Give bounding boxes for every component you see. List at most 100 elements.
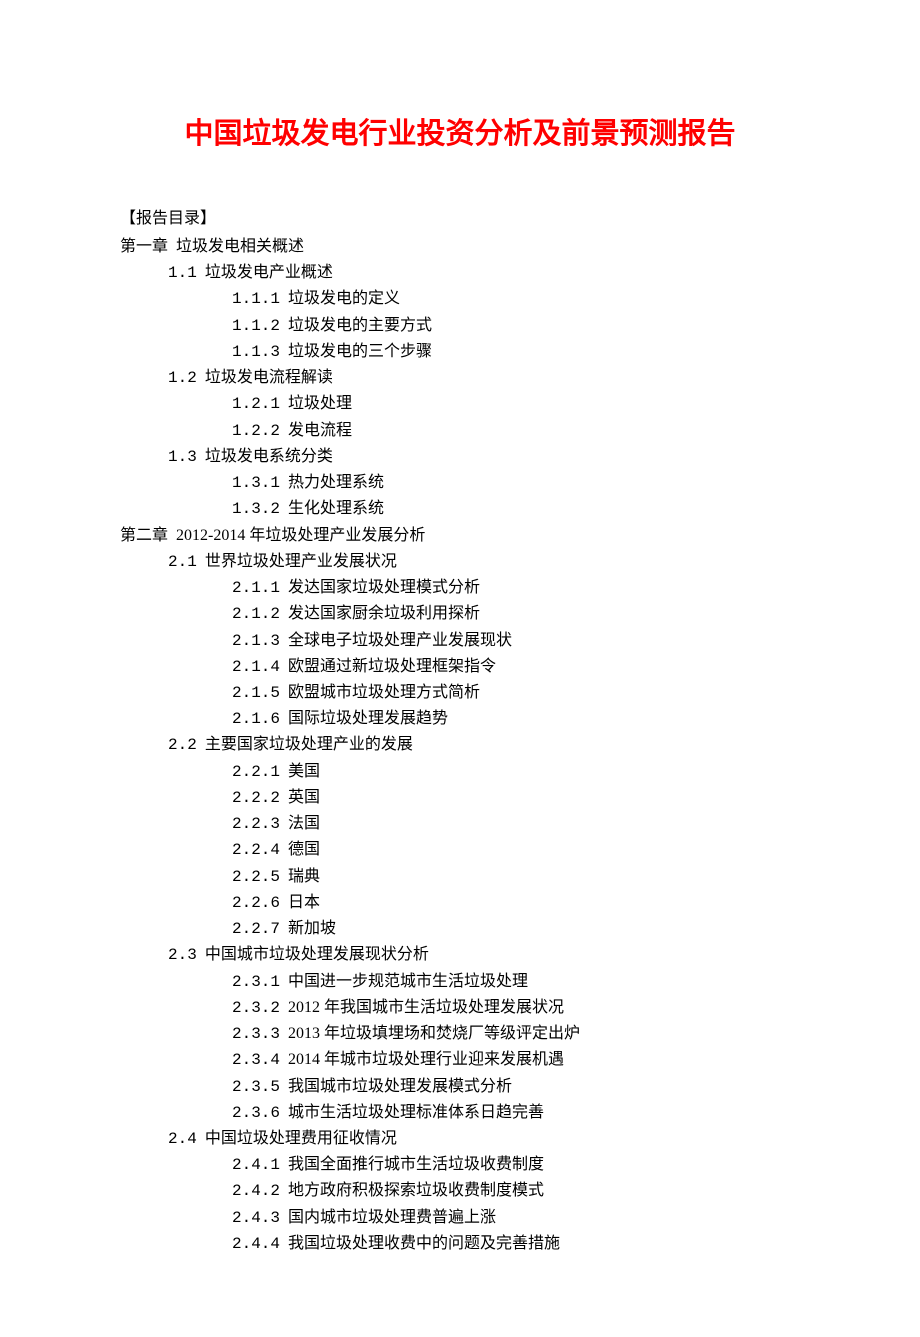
toc-entry-number: 2.2.6 (232, 894, 280, 912)
toc-entry-text: 2012-2014 年垃圾处理产业发展分析 (176, 527, 425, 544)
toc-entry-text: 热力处理系统 (288, 474, 384, 491)
toc-entry: 2.2 主要国家垃圾处理产业的发展 (168, 732, 800, 758)
toc-entry: 1.3.2 生化处理系统 (232, 496, 800, 522)
toc-entry-number: 1.2.1 (232, 395, 280, 413)
toc-entry-text: 日本 (288, 894, 320, 911)
toc-entry-text: 瑞典 (288, 868, 320, 885)
toc-entry-number: 1.2.2 (232, 422, 280, 440)
toc-entry-number: 2.3.5 (232, 1078, 280, 1096)
toc-entry-number: 1.3.1 (232, 474, 280, 492)
toc-entry: 1.2 垃圾发电流程解读 (168, 365, 800, 391)
toc-entry-number: 1.1.3 (232, 343, 280, 361)
toc-entry-number: 1.1.1 (232, 290, 280, 308)
toc-entry-number: 2.3 (168, 946, 197, 964)
toc-entry-number: 2.4 (168, 1130, 197, 1148)
toc-entry-number: 2.2.4 (232, 841, 280, 859)
toc-entry-text: 欧盟城市垃圾处理方式简析 (288, 684, 480, 701)
toc-entry-text: 主要国家垃圾处理产业的发展 (205, 736, 413, 753)
toc-entry-number: 2.2.2 (232, 789, 280, 807)
toc-entry: 2.1.3 全球电子垃圾处理产业发展现状 (232, 628, 800, 654)
toc-entry-text: 垃圾发电流程解读 (205, 369, 333, 386)
toc-entry-number: 2.1.6 (232, 710, 280, 728)
toc-entry-text: 英国 (288, 789, 320, 806)
toc-entry: 第一章 垃圾发电相关概述 (120, 234, 800, 260)
toc-entry-text: 生化处理系统 (288, 500, 384, 517)
toc-entry-text: 我国全面推行城市生活垃圾收费制度 (288, 1156, 544, 1173)
toc-entry: 2.1.1 发达国家垃圾处理模式分析 (232, 575, 800, 601)
toc-entry: 2.3.1 中国进一步规范城市生活垃圾处理 (232, 969, 800, 995)
toc-entry-text: 新加坡 (288, 920, 336, 937)
toc-entry-text: 我国垃圾处理收费中的问题及完善措施 (288, 1235, 560, 1252)
toc-entry-text: 全球电子垃圾处理产业发展现状 (288, 632, 512, 649)
toc-entry-number: 2.2.3 (232, 815, 280, 833)
toc-entry-text: 发达国家厨余垃圾利用探析 (288, 605, 480, 622)
toc-entry: 2.1.5 欧盟城市垃圾处理方式简析 (232, 680, 800, 706)
toc-entry-number: 2.4.2 (232, 1182, 280, 1200)
toc-entry-text: 中国城市垃圾处理发展现状分析 (205, 946, 429, 963)
toc-entry-number: 2.1 (168, 553, 197, 571)
toc-entry-number: 2.2.7 (232, 920, 280, 938)
toc-entry-text: 欧盟通过新垃圾处理框架指令 (288, 658, 496, 675)
toc-entry-number: 2.1.5 (232, 684, 280, 702)
toc-entry-text: 垃圾发电的三个步骤 (288, 343, 432, 360)
toc-entry-text: 2014 年城市垃圾处理行业迎来发展机遇 (288, 1051, 564, 1068)
toc-entry: 2.1 世界垃圾处理产业发展状况 (168, 549, 800, 575)
toc-entry: 1.1.3 垃圾发电的三个步骤 (232, 339, 800, 365)
toc-entry-text: 国内城市垃圾处理费普遍上涨 (288, 1209, 496, 1226)
toc-entry-number: 第二章 (120, 527, 168, 544)
document-page: 中国垃圾发电行业投资分析及前景预测报告 【报告目录】 第一章 垃圾发电相关概述1… (0, 0, 920, 1337)
toc-entry-text: 城市生活垃圾处理标准体系日趋完善 (288, 1104, 544, 1121)
toc-entry: 第二章 2012-2014 年垃圾处理产业发展分析 (120, 523, 800, 549)
toc-entry-number: 1.2 (168, 369, 197, 387)
toc-entry-text: 世界垃圾处理产业发展状况 (205, 553, 397, 570)
toc-entry: 2.2.7 新加坡 (232, 916, 800, 942)
toc-entry-number: 2.3.2 (232, 999, 280, 1017)
toc-entry-number: 2.1.1 (232, 579, 280, 597)
toc-entry: 2.1.2 发达国家厨余垃圾利用探析 (232, 601, 800, 627)
toc-entry-text: 发电流程 (288, 422, 352, 439)
toc-entry: 2.2.3 法国 (232, 811, 800, 837)
toc-entry: 2.2.6 日本 (232, 890, 800, 916)
toc-entry: 2.4.3 国内城市垃圾处理费普遍上涨 (232, 1205, 800, 1231)
toc-entry-text: 法国 (288, 815, 320, 832)
toc-entry: 2.2.2 英国 (232, 785, 800, 811)
toc-entry: 1.1 垃圾发电产业概述 (168, 260, 800, 286)
toc-entry-text: 垃圾处理 (288, 395, 352, 412)
toc-entry-text: 国际垃圾处理发展趋势 (288, 710, 448, 727)
toc-entry: 2.2.4 德国 (232, 837, 800, 863)
toc-entry-text: 垃圾发电的主要方式 (288, 317, 432, 334)
toc-entry: 2.3.4 2014 年城市垃圾处理行业迎来发展机遇 (232, 1047, 800, 1073)
toc-entry-text: 发达国家垃圾处理模式分析 (288, 579, 480, 596)
toc-entry: 1.1.2 垃圾发电的主要方式 (232, 313, 800, 339)
toc-entry: 2.3 中国城市垃圾处理发展现状分析 (168, 942, 800, 968)
toc-heading: 【报告目录】 (120, 204, 800, 228)
toc-entry: 2.1.6 国际垃圾处理发展趋势 (232, 706, 800, 732)
toc-entry-text: 我国城市垃圾处理发展模式分析 (288, 1078, 512, 1095)
toc-entry-number: 1.1.2 (232, 317, 280, 335)
toc-entry: 2.3.2 2012 年我国城市生活垃圾处理发展状况 (232, 995, 800, 1021)
toc-entry: 2.2.5 瑞典 (232, 864, 800, 890)
toc-entry: 2.3.3 2013 年垃圾填埋场和焚烧厂等级评定出炉 (232, 1021, 800, 1047)
toc-entry-number: 1.1 (168, 264, 197, 282)
toc-entry: 1.3 垃圾发电系统分类 (168, 444, 800, 470)
toc-entry-text: 2012 年我国城市生活垃圾处理发展状况 (288, 999, 564, 1016)
toc-entry-number: 2.3.3 (232, 1025, 280, 1043)
toc-entry-number: 2.3.6 (232, 1104, 280, 1122)
toc-entry: 1.3.1 热力处理系统 (232, 470, 800, 496)
toc-entry-number: 2.4.1 (232, 1156, 280, 1174)
toc-entry-text: 美国 (288, 763, 320, 780)
toc-entry-number: 2.3.1 (232, 973, 280, 991)
toc-entry: 2.3.6 城市生活垃圾处理标准体系日趋完善 (232, 1100, 800, 1126)
toc-entry: 1.2.1 垃圾处理 (232, 391, 800, 417)
toc-entry: 2.3.5 我国城市垃圾处理发展模式分析 (232, 1074, 800, 1100)
toc-entry-text: 垃圾发电的定义 (288, 290, 400, 307)
toc-entry-number: 2.1.2 (232, 605, 280, 623)
toc-entry: 1.1.1 垃圾发电的定义 (232, 286, 800, 312)
toc-entry: 1.2.2 发电流程 (232, 418, 800, 444)
toc-entry-number: 1.3 (168, 448, 197, 466)
toc-entry: 2.4 中国垃圾处理费用征收情况 (168, 1126, 800, 1152)
toc-entry-number: 1.3.2 (232, 500, 280, 518)
toc-entry-text: 2013 年垃圾填埋场和焚烧厂等级评定出炉 (288, 1025, 580, 1042)
toc-entry: 2.4.1 我国全面推行城市生活垃圾收费制度 (232, 1152, 800, 1178)
toc-entry-number: 2.2.5 (232, 868, 280, 886)
